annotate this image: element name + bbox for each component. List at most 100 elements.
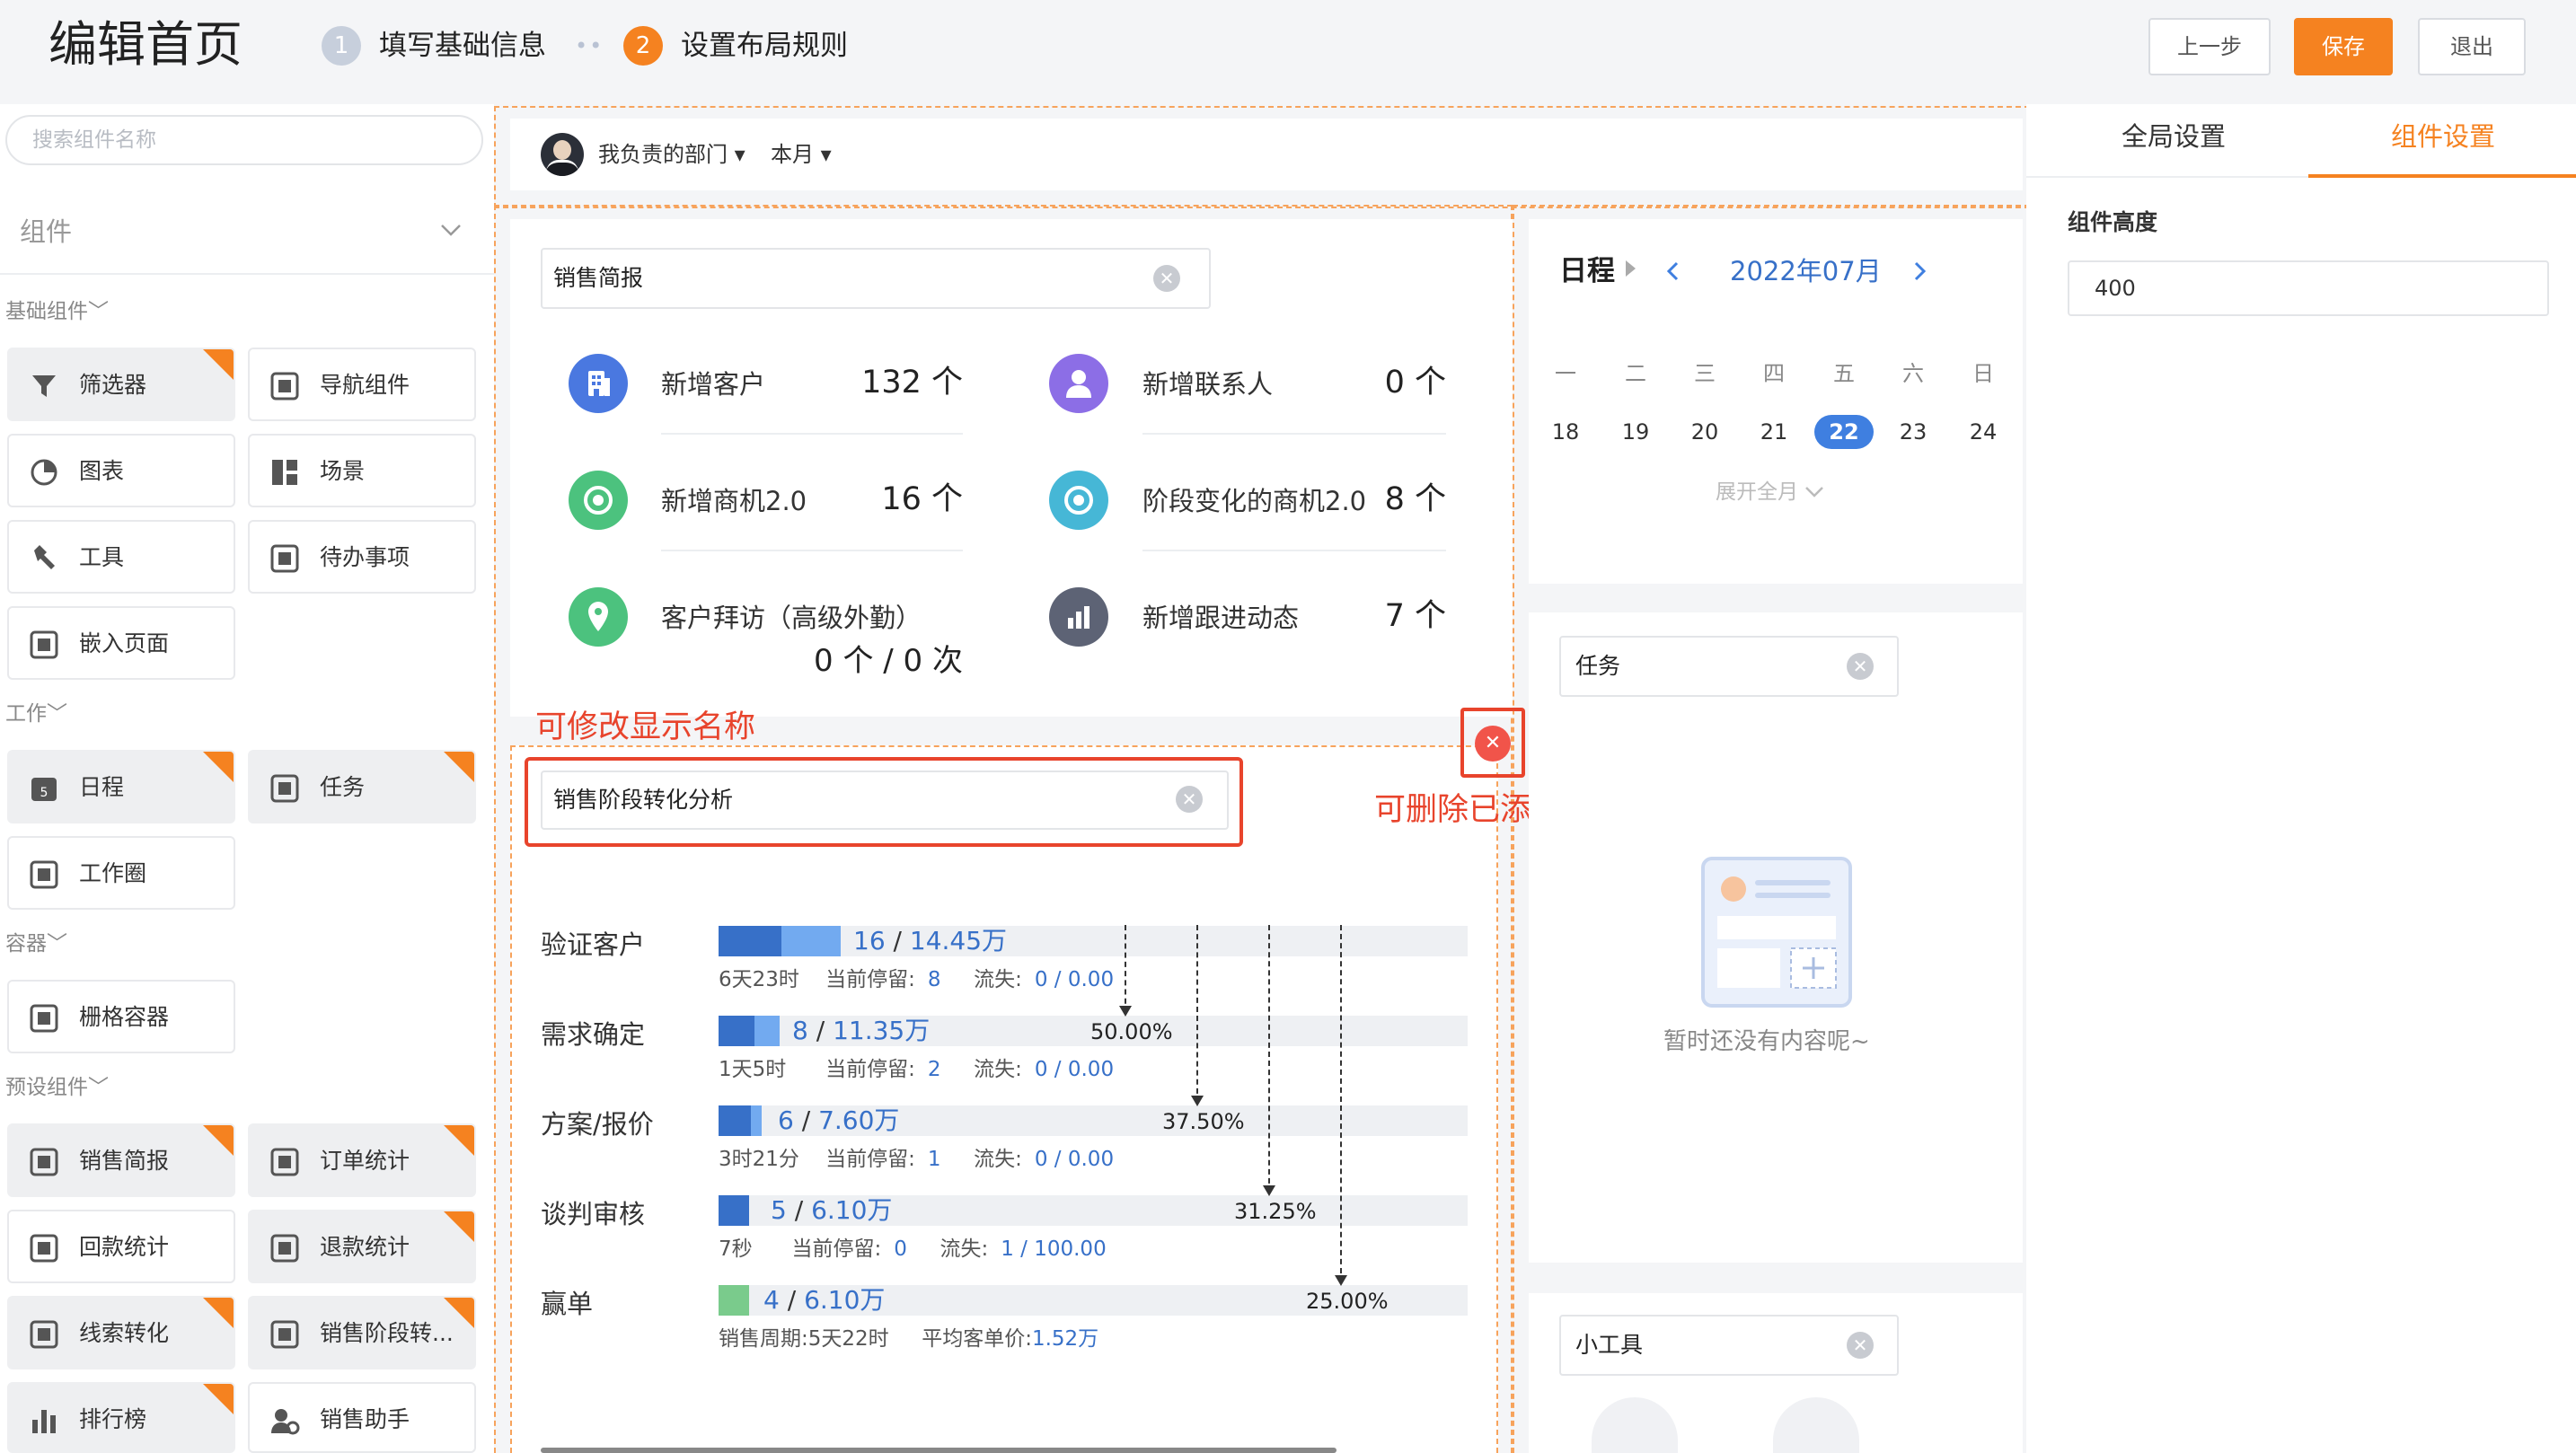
- calendar-day[interactable]: 18: [1539, 415, 1592, 449]
- stage-details: 3时21分 当前停留: 1 流失: 0 / 0.00: [719, 1148, 1115, 1171]
- component-card-navigation[interactable]: 导航组件: [248, 348, 476, 421]
- department-filter[interactable]: 我负责的部门 ▾: [598, 140, 745, 169]
- group-title-basic[interactable]: 基础组件﹀: [5, 298, 109, 325]
- stage-bar: [719, 1016, 754, 1046]
- component-card-sales-report[interactable]: 销售简报: [7, 1123, 235, 1197]
- grid-icon: [272, 460, 297, 485]
- component-card-chart[interactable]: 图表: [7, 434, 235, 507]
- step-1-label[interactable]: 填写基础信息: [379, 26, 546, 66]
- step-separator: ••: [575, 33, 604, 58]
- exit-button[interactable]: 退出: [2418, 18, 2526, 75]
- schedule-title: 日程: [1559, 255, 1615, 287]
- component-card-work-circle[interactable]: 工作圈: [7, 836, 235, 910]
- calendar-day[interactable]: 19: [1609, 415, 1663, 449]
- bar-chart-icon: [32, 1410, 56, 1433]
- component-card-todo[interactable]: 待办事项: [248, 520, 476, 594]
- clear-icon[interactable]: ✕: [1176, 786, 1203, 813]
- selected-corner-badge: [203, 349, 234, 380]
- horizontal-scrollbar[interactable]: [541, 1448, 1337, 1453]
- component-card-scene[interactable]: 场景: [248, 434, 476, 507]
- sales-report-name-input[interactable]: 销售简报: [541, 248, 1211, 309]
- page-title: 编辑首页: [49, 16, 243, 73]
- component-icon: [30, 1320, 58, 1349]
- schedule-month: 2022年07月: [1730, 256, 1882, 286]
- stage-count-amount: 6 / 7.60万: [778, 1105, 900, 1135]
- component-card-sales-assistant[interactable]: 销售助手: [248, 1382, 476, 1453]
- component-card-filter[interactable]: 筛选器: [7, 348, 235, 421]
- clear-icon[interactable]: ✕: [1847, 1332, 1874, 1359]
- component-card-grid-container[interactable]: 栅格容器: [7, 980, 235, 1053]
- group-title-preset[interactable]: 预设组件﹀: [5, 1074, 109, 1101]
- calendar-day-today[interactable]: 22: [1814, 415, 1874, 449]
- component-card-lead-conversion[interactable]: 线索转化: [7, 1296, 235, 1369]
- component-section-header[interactable]: 组件: [0, 189, 494, 275]
- calendar-day[interactable]: 24: [1956, 415, 2010, 449]
- stage-label: 方案/报价: [541, 1109, 654, 1140]
- component-card-refund-stats[interactable]: 退款统计: [248, 1210, 476, 1283]
- component-icon: [30, 1234, 58, 1263]
- target-icon: [1049, 471, 1108, 530]
- selected-corner-badge: [203, 752, 234, 782]
- conversion-rate: 37.50%: [1162, 1109, 1245, 1134]
- weekday-label: 一: [1555, 361, 1576, 386]
- period-filter[interactable]: 本月 ▾: [771, 140, 832, 169]
- component-search-input[interactable]: 搜索组件名称: [5, 115, 483, 165]
- component-card-task[interactable]: 任务: [248, 750, 476, 823]
- tab-global-settings[interactable]: 全局设置: [2039, 110, 2308, 163]
- conversion-rate: 25.00%: [1306, 1289, 1389, 1314]
- stat-value: 0 个 / 0 次: [814, 643, 963, 679]
- chevron-down-icon: [441, 225, 461, 236]
- stage-details: 7秒 当前停留: 0 流失: 1 / 100.00: [719, 1237, 1107, 1261]
- chevron-left-icon[interactable]: [1665, 260, 1680, 282]
- divider: [1142, 550, 1446, 551]
- annotation-rename: 可修改显示名称: [535, 709, 756, 745]
- component-card-tools[interactable]: 工具: [7, 520, 235, 594]
- component-card-embed-page[interactable]: 嵌入页面: [7, 606, 235, 680]
- component-icon: [270, 1320, 299, 1349]
- height-input[interactable]: 400: [2068, 260, 2549, 316]
- bar-chart-icon: [1049, 587, 1108, 647]
- stat-label: 新增客户: [661, 369, 766, 400]
- wrench-icon: [34, 545, 55, 569]
- caret-right-icon[interactable]: [1626, 260, 1636, 277]
- stat-value: 7 个: [1384, 598, 1446, 634]
- stage-count-amount: 16 / 14.45万: [853, 926, 1008, 955]
- chevron-right-icon[interactable]: [1913, 260, 1928, 282]
- stage-bar-amount: [754, 1016, 780, 1046]
- group-title-container[interactable]: 容器﹀: [5, 930, 67, 957]
- height-label: 组件高度: [2068, 209, 2158, 235]
- calendar-day[interactable]: 21: [1747, 415, 1801, 449]
- avatar[interactable]: [541, 133, 584, 176]
- stat-value: 16 个: [881, 481, 963, 517]
- funnel-name-input[interactable]: 销售阶段转化分析: [541, 771, 1229, 830]
- stage-count-amount: 5 / 6.10万: [771, 1195, 893, 1225]
- component-card-order-stats[interactable]: 订单统计: [248, 1123, 476, 1197]
- clear-icon[interactable]: ✕: [1847, 653, 1874, 680]
- component-card-schedule[interactable]: 5 日程: [7, 750, 235, 823]
- clear-icon[interactable]: ✕: [1153, 265, 1180, 292]
- step-2-label[interactable]: 设置布局规则: [681, 26, 848, 66]
- group-title-work[interactable]: 工作﹀: [5, 700, 67, 727]
- expand-month-link[interactable]: 展开全月: [1716, 478, 1824, 506]
- weekday-label: 二: [1625, 361, 1646, 386]
- component-card-sales-stage[interactable]: 销售阶段转...: [248, 1296, 476, 1369]
- component-card-leaderboard[interactable]: 排行榜: [7, 1382, 235, 1453]
- empty-state-illustration: [1701, 857, 1852, 1008]
- tab-component-settings[interactable]: 组件设置: [2308, 110, 2576, 163]
- conversion-line: [1340, 925, 1342, 1282]
- calendar-day[interactable]: 23: [1886, 415, 1940, 449]
- save-button[interactable]: 保存: [2294, 18, 2393, 75]
- conversion-line: [1125, 925, 1126, 1013]
- component-icon: [270, 1148, 299, 1176]
- stat-label: 新增跟进动态: [1142, 603, 1300, 633]
- stage-bar: [719, 926, 781, 956]
- component-icon: [270, 1234, 299, 1263]
- stage-label: 谈判审核: [541, 1199, 646, 1229]
- component-card-payment-stats[interactable]: 回款统计: [7, 1210, 235, 1283]
- weekday-label: 四: [1763, 361, 1785, 386]
- prev-step-button[interactable]: 上一步: [2148, 18, 2271, 75]
- weekday-label: 六: [1902, 361, 1924, 386]
- delete-component-button[interactable]: ✕: [1475, 726, 1511, 762]
- arrow-down-icon: [1335, 1275, 1347, 1286]
- calendar-day[interactable]: 20: [1678, 415, 1732, 449]
